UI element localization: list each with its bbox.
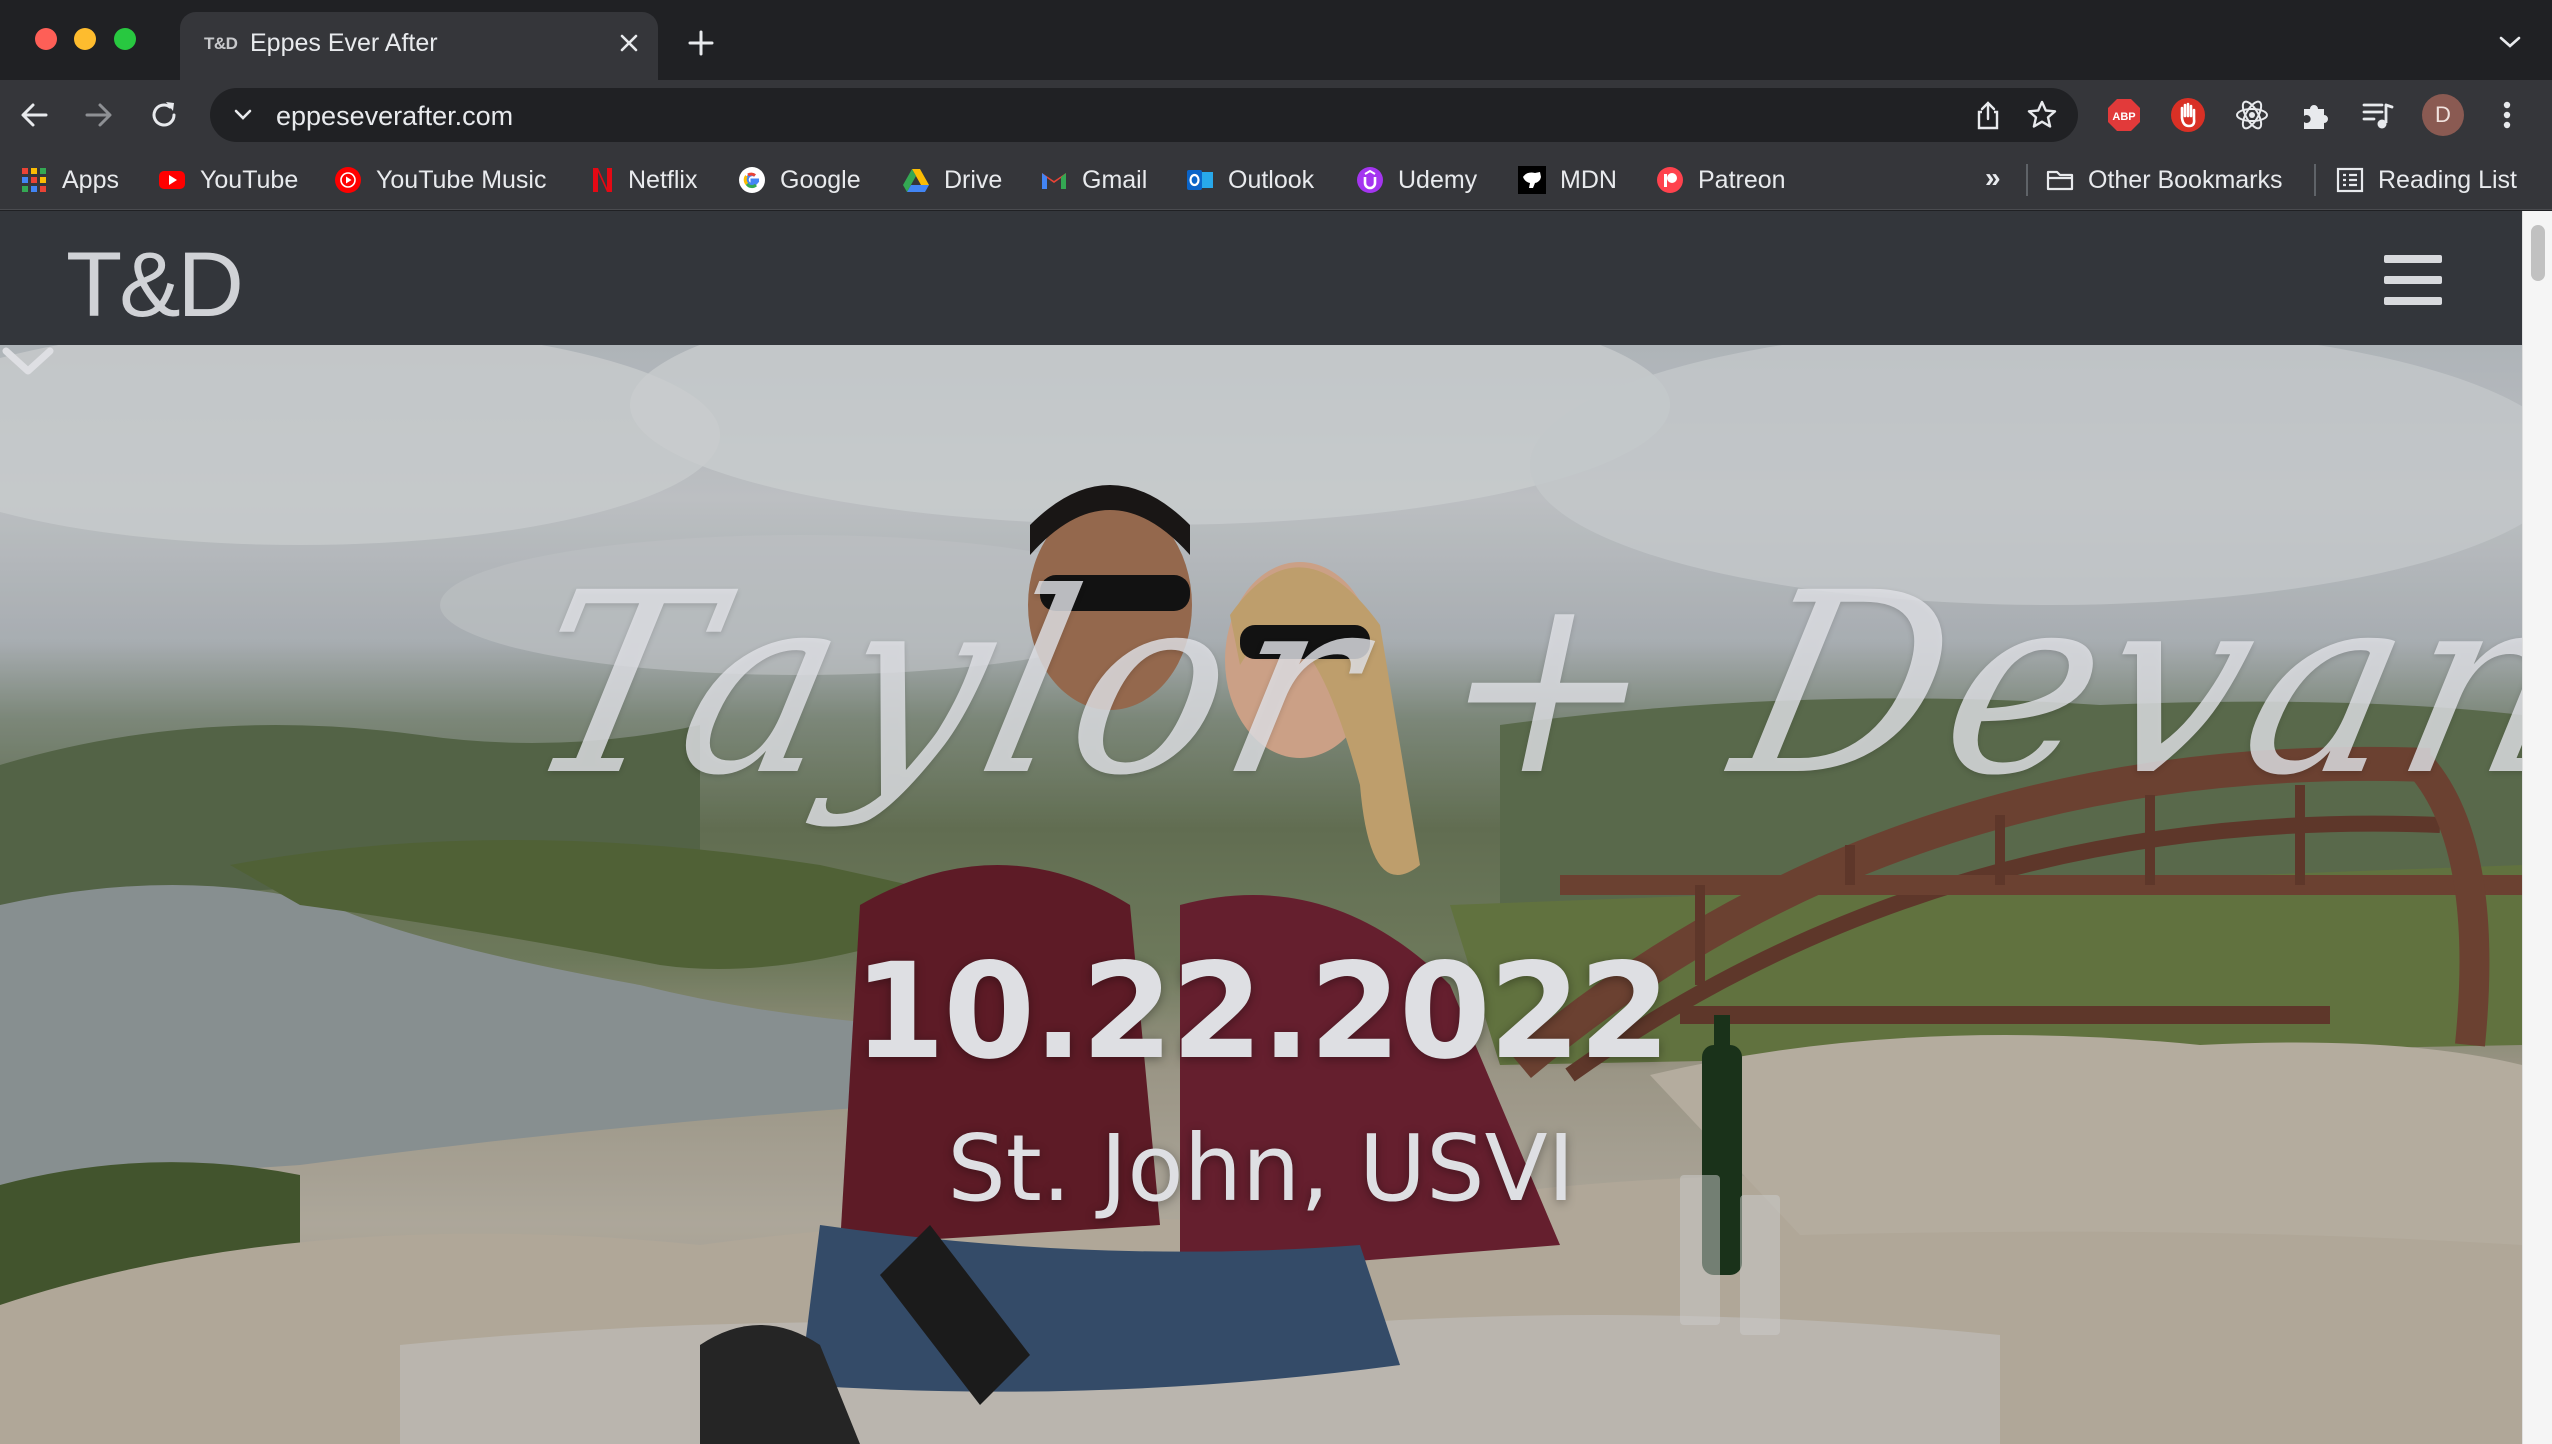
udemy-icon [1357,167,1383,193]
tab-favicon: T&D [204,34,238,53]
bookmark-label: Patreon [1698,165,1786,194]
scroll-down-chevron-icon[interactable] [0,345,56,379]
bookmark-label: Udemy [1398,165,1478,194]
gmail-icon [1042,173,1066,189]
bookmark-youtube-music[interactable]: YouTube Music [334,150,546,210]
bookmark-label: Reading List [2378,165,2517,194]
bookmark-label: YouTube [200,165,299,194]
bookmark-label: Outlook [1228,165,1315,194]
bookmark-label: Netflix [628,165,698,194]
share-icon[interactable] [1974,100,2002,130]
reading-list-button[interactable]: Reading List [2336,150,2517,210]
close-tab-icon[interactable] [614,28,644,58]
couple-names-heading: Taylor + Devan [505,539,2522,830]
reading-list-icon [2336,167,2364,193]
browser-tab[interactable]: T&D Eppes Ever After [180,12,658,80]
site-header: T&D [0,211,2522,345]
window-maximize-button[interactable] [114,28,136,50]
tab-title: Eppes Ever After [250,29,438,57]
profile-avatar[interactable]: D [2422,94,2464,136]
extensions-puzzle-icon[interactable] [2298,97,2334,133]
site-info-chevron-icon[interactable] [232,104,254,126]
bookmark-label: MDN [1560,165,1617,194]
bookmark-youtube[interactable]: YouTube [158,150,298,210]
bookmark-apps[interactable]: Apps [20,150,119,210]
address-bar[interactable]: eppeseverafter.com [210,88,2078,142]
bookmark-label: YouTube Music [376,165,547,194]
bookmark-outlook[interactable]: Outlook [1186,150,1314,210]
other-bookmarks-folder[interactable]: Other Bookmarks [2046,150,2283,210]
bookmark-label: Google [780,165,861,194]
patreon-icon [1657,167,1683,193]
forward-arrow-icon[interactable] [81,97,117,133]
react-devtools-icon[interactable] [2234,97,2270,133]
folder-icon [2046,170,2074,191]
svg-text:ABP: ABP [2112,111,2135,123]
mdn-icon [1518,166,1546,194]
page-scrollbar[interactable] [2522,211,2552,1444]
window-minimize-button[interactable] [74,28,96,50]
adblock-plus-icon[interactable]: ABP [2106,97,2142,133]
bookmark-label: Other Bookmarks [2088,165,2283,194]
bookmark-label: Apps [62,165,119,194]
page-viewport: T&D Taylor + Devan 10.22.2022 St. John, … [0,211,2552,1444]
drive-icon [903,169,929,192]
wedding-location: St. John, USVI [947,1115,1575,1222]
bookmark-udemy[interactable]: Udemy [1356,150,1477,210]
hero-photo [0,345,2522,1444]
bookmark-label: Drive [944,165,1003,194]
wedding-date: 10.22.2022 [853,935,1670,1089]
apps-grid-icon [22,168,46,192]
tab-search-chevron-icon[interactable] [2498,34,2522,50]
site-logo[interactable]: T&D [66,233,244,338]
bookmark-google[interactable]: Google [738,150,861,210]
bookmark-label: Gmail [1082,165,1148,194]
google-icon [739,167,765,193]
netflix-icon [593,168,612,192]
stop-hand-icon[interactable] [2170,97,2206,133]
back-arrow-icon[interactable] [16,97,52,133]
outlook-icon [1187,170,1213,190]
bookmark-mdn[interactable]: MDN [1518,150,1617,210]
bookmark-patreon[interactable]: Patreon [1656,150,1786,210]
window-close-button[interactable] [35,28,57,50]
tab-strip: T&D Eppes Ever After [0,0,2552,80]
hamburger-menu-icon[interactable] [2384,255,2442,305]
bookmarks-overflow-button[interactable]: » [1985,162,2001,194]
url-text[interactable]: eppeseverafter.com [276,101,513,132]
bookmark-drive[interactable]: Drive [902,150,1002,210]
bookmarks-divider [2026,164,2028,196]
browser-menu-icon[interactable] [2495,97,2519,133]
reload-icon[interactable] [146,97,182,133]
bookmark-gmail[interactable]: Gmail [1040,150,1147,210]
bookmark-netflix[interactable]: Netflix [586,150,697,210]
bookmarks-bar: Apps YouTube YouTube Music Netflix Googl… [0,150,2552,210]
hero-section: Taylor + Devan 10.22.2022 St. John, USVI [0,345,2522,1444]
bookmarks-divider [2314,164,2316,196]
media-controls-icon[interactable] [2360,97,2396,133]
youtube-icon [159,171,185,189]
bookmark-star-icon[interactable] [2026,99,2058,131]
youtube-music-icon [335,167,361,193]
new-tab-icon[interactable] [686,28,716,58]
scrollbar-thumb[interactable] [2531,225,2545,281]
